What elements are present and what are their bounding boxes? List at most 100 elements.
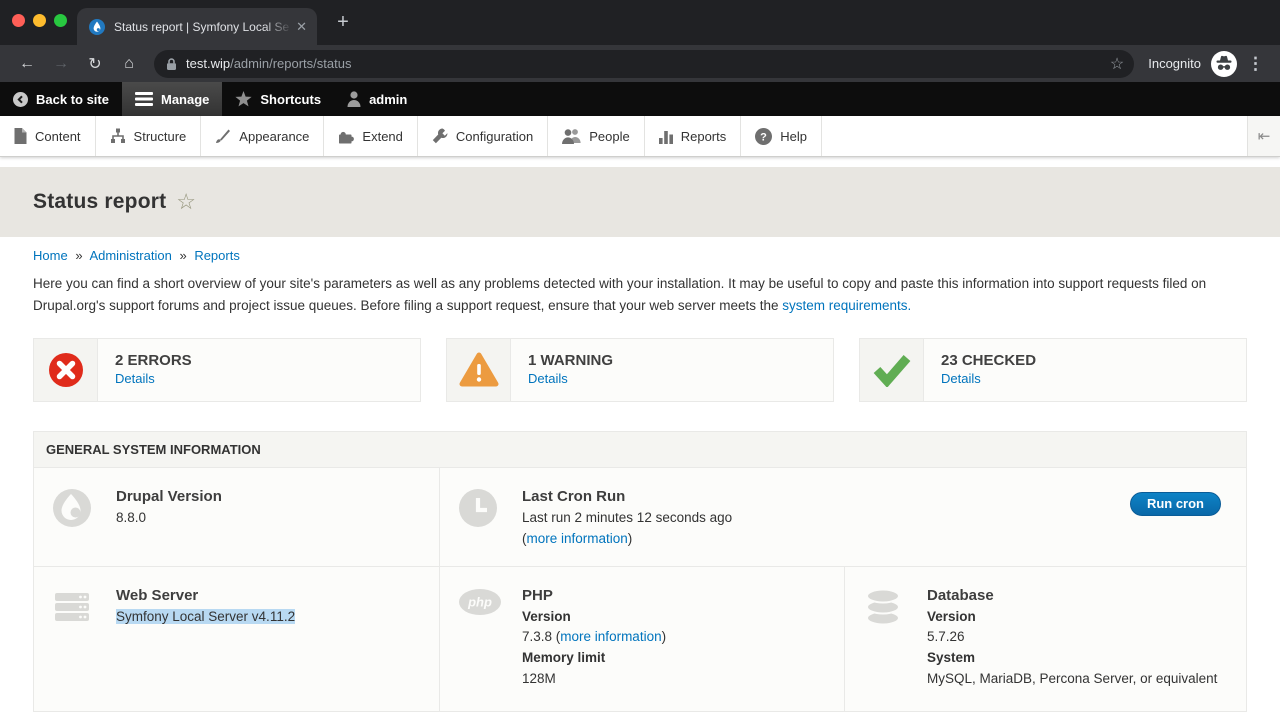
breadcrumb-reports[interactable]: Reports [194,248,240,263]
paren-close: ) [662,629,667,644]
user-icon [347,91,361,107]
database-system-value: MySQL, MariaDB, Percona Server, or equiv… [927,669,1217,690]
back-to-site-label: Back to site [36,92,109,107]
menu-label: Appearance [239,129,309,144]
manage-label: Manage [161,92,209,107]
breadcrumb-home[interactable]: Home [33,248,68,263]
drupal-logo-icon [52,488,92,528]
maximize-window-button[interactable] [54,14,67,27]
database-title: Database [927,587,1217,604]
back-to-site-button[interactable]: Back to site [0,82,122,116]
browser-tab[interactable]: Status report | Symfony Local Se ✕ [77,8,317,45]
clock-icon-box [458,488,502,550]
server-icon-box [52,587,96,695]
browser-toolbar: ← → ↻ ⌂ test.wip/admin/reports/status ☆ … [0,45,1280,82]
database-version-value: 5.7.26 [927,627,1217,648]
favorite-star-icon[interactable]: ☆ [176,191,196,213]
menu-item-people[interactable]: People [548,116,644,156]
run-cron-button[interactable]: Run cron [1130,492,1221,516]
menu-item-structure[interactable]: Structure [96,116,202,156]
warning-iconbox [447,339,511,401]
error-card: 2 ERRORS Details [33,338,421,402]
database-text: Database Version 5.7.26 System MySQL, Ma… [927,587,1217,695]
tab-close-icon[interactable]: ✕ [296,19,307,35]
incognito-label: Incognito [1148,56,1201,71]
checked-count: 23 CHECKED [941,352,1036,369]
server-icon [52,587,92,627]
menu-item-content[interactable]: Content [0,116,96,156]
error-icon [48,352,84,388]
menu-item-configuration[interactable]: Configuration [418,116,548,156]
drupal-version-value: 8.8.0 [116,508,222,529]
cron-more-information-link[interactable]: more information [527,531,628,546]
php-more-information-link[interactable]: more information [560,629,661,644]
database-version-label: Version [927,607,1217,628]
checked-details-link[interactable]: Details [941,371,981,386]
intro-text: Here you can find a short overview of yo… [33,276,1206,313]
warning-details-link[interactable]: Details [528,371,568,386]
menu-item-reports[interactable]: Reports [645,116,742,156]
main-content: Home » Administration » Reports Here you… [0,248,1280,712]
paintbrush-icon [215,128,231,144]
back-circle-icon [13,92,28,107]
php-version-label: Version [522,607,666,628]
back-icon[interactable]: ← [14,55,40,73]
php-logo-icon: php [458,587,502,617]
url-bar[interactable]: test.wip/admin/reports/status ☆ [154,50,1134,78]
database-icon-box [863,587,907,695]
admin-menu-bar: Content Structure Appearance Extend Conf… [0,116,1280,157]
system-requirements-link[interactable]: system requirements. [782,298,911,313]
incognito-icon [1211,51,1237,77]
manage-tab[interactable]: Manage [122,82,222,116]
lock-icon [166,57,177,71]
last-cron-run-value: Last run 2 minutes 12 seconds ago [522,508,732,529]
checked-card-body: 23 CHECKED Details [924,339,1036,401]
svg-text:php: php [467,594,492,609]
web-server-title: Web Server [116,587,295,604]
browser-menu-icon[interactable]: ⋮ [1247,54,1264,74]
web-server-cell: Web Server Symfony Local Server v4.11.2 [34,567,440,711]
tab-title-fade [264,18,292,36]
admin-toolbar: Back to site Manage Shortcuts admin [0,82,1280,116]
breadcrumb-administration[interactable]: Administration [89,248,171,263]
error-card-body: 2 ERRORS Details [98,339,192,401]
gsi-header: GENERAL SYSTEM INFORMATION [34,432,1246,468]
toolbar-collapse-button[interactable]: ⇤ [1247,116,1280,156]
tab-title-wrap: Status report | Symfony Local Se [114,18,292,36]
breadcrumb: Home » Administration » Reports [33,248,1247,263]
php-memory-label: Memory limit [522,648,666,669]
breadcrumb-separator: » [179,248,186,263]
php-version-value: 7.3.8 [522,629,552,644]
minimize-window-button[interactable] [33,14,46,27]
reload-icon[interactable]: ↻ [82,54,108,74]
page-title: Status report [33,190,166,214]
database-system-label: System [927,648,1217,669]
gsi-row-1: Drupal Version 8.8.0 Last Cron Run Last … [34,468,1246,567]
intro-paragraph: Here you can find a short overview of yo… [33,273,1247,317]
home-icon[interactable]: ⌂ [116,55,142,73]
shortcuts-tab[interactable]: Shortcuts [222,82,334,116]
menu-item-extend[interactable]: Extend [324,116,417,156]
forward-icon[interactable]: → [48,55,74,73]
wrench-icon [432,128,448,144]
bookmark-star-icon[interactable]: ☆ [1110,54,1124,74]
menu-item-help[interactable]: ? Help [741,116,822,156]
warning-card-body: 1 WARNING Details [511,339,613,401]
close-window-button[interactable] [12,14,25,27]
warning-count: 1 WARNING [528,352,613,369]
warning-card: 1 WARNING Details [446,338,834,402]
sitemap-icon [110,128,126,144]
web-server-text: Web Server Symfony Local Server v4.11.2 [116,587,295,695]
browser-tab-strip: Status report | Symfony Local Se ✕ + [0,0,1280,45]
error-details-link[interactable]: Details [115,371,155,386]
star-icon [235,91,252,107]
user-menu[interactable]: admin [334,82,420,116]
php-text: PHP Version 7.3.8 (more information) Mem… [522,587,666,695]
menu-label: Content [35,129,81,144]
menu-item-appearance[interactable]: Appearance [201,116,324,156]
php-version-line: 7.3.8 (more information) [522,627,666,648]
url-host: test.wip [186,56,230,71]
new-tab-button[interactable]: + [331,11,355,35]
checkmark-icon [871,353,913,387]
page-header: Status report ☆ [0,167,1280,237]
